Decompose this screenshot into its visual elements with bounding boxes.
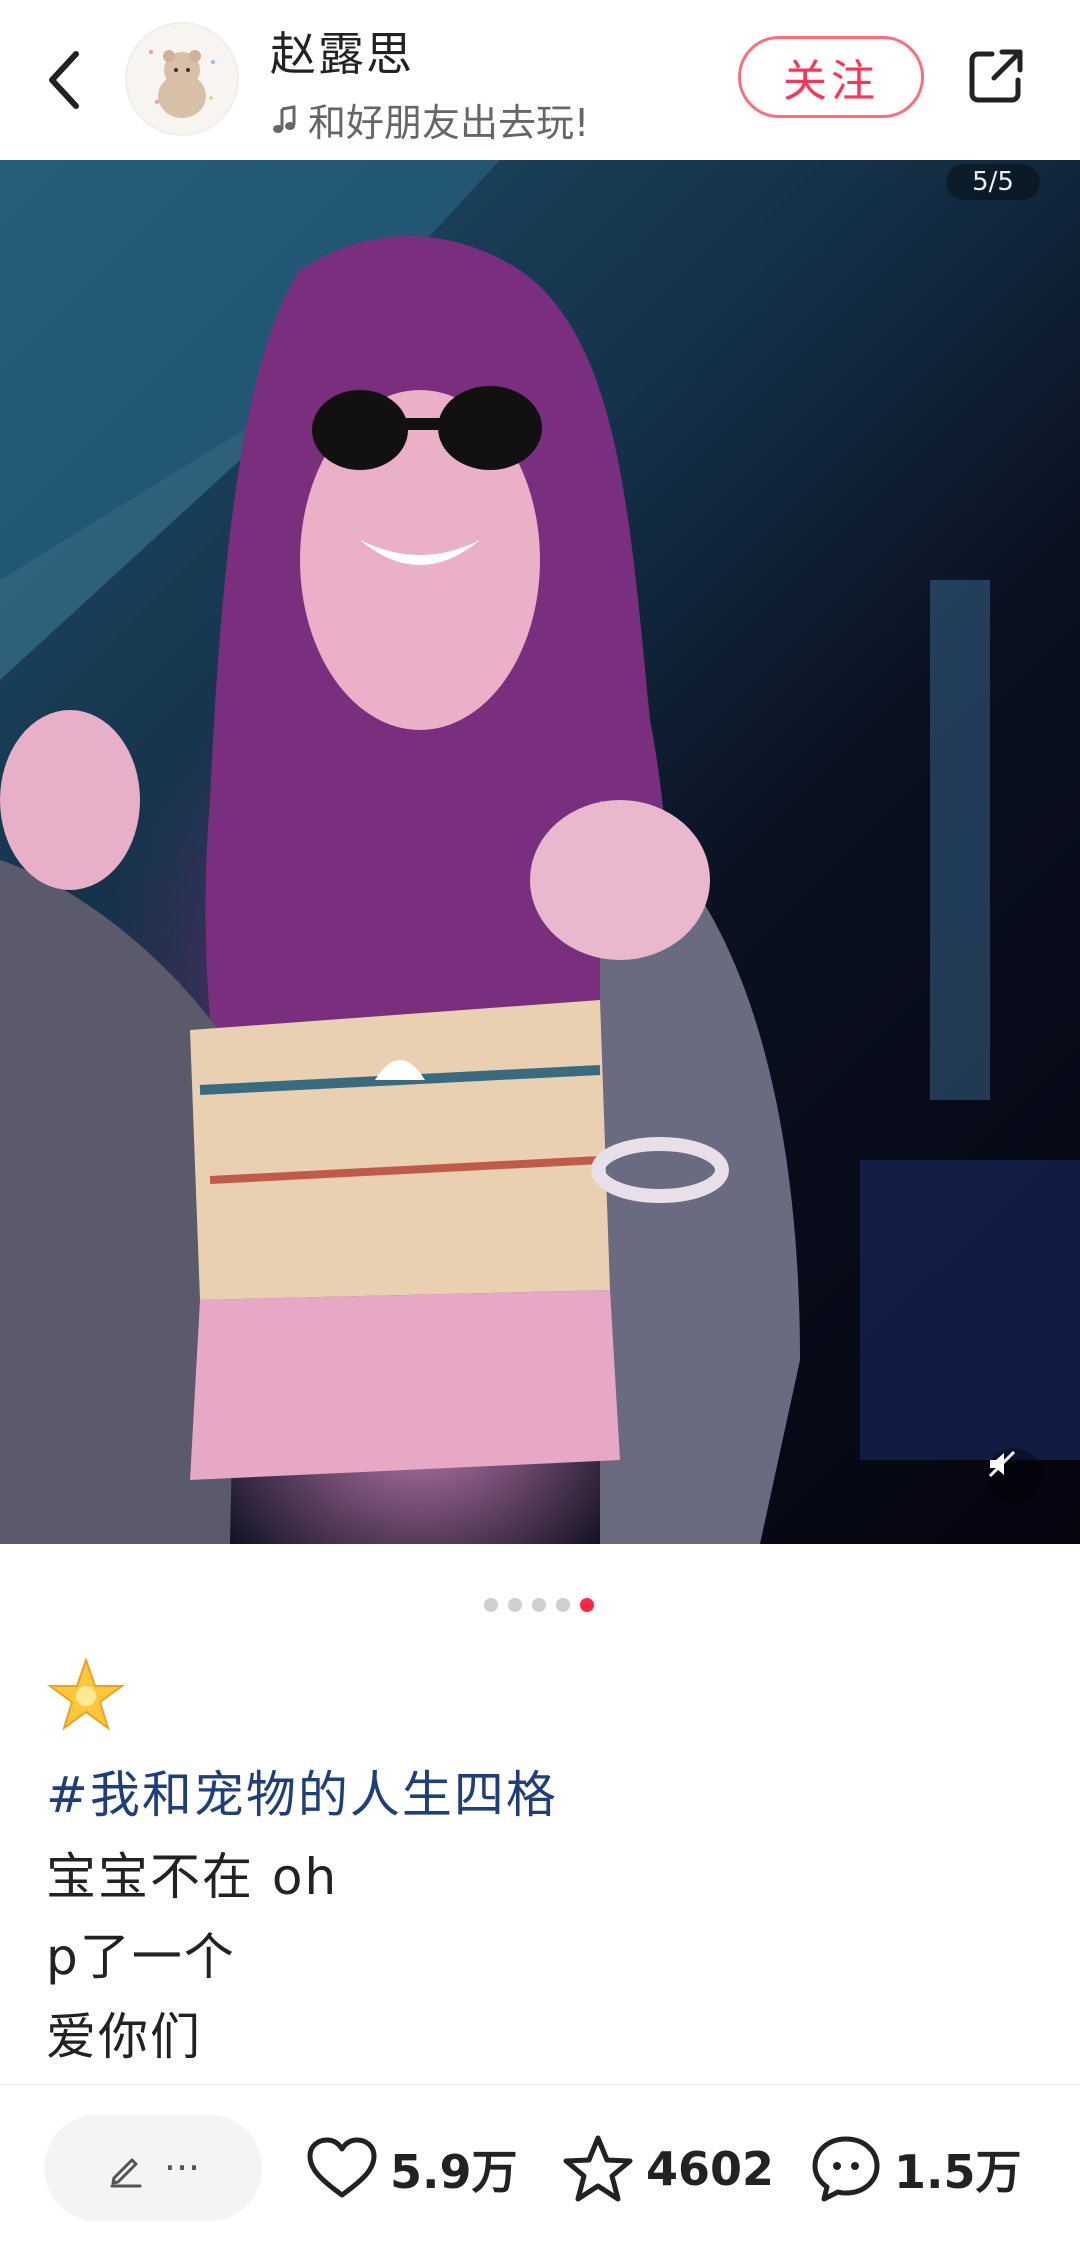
hashtag-link[interactable]: #我和宠物的人生四格: [46, 1756, 1046, 1834]
comment-placeholder: ···: [163, 2146, 201, 2190]
caption-line: 宝宝不在 oh: [46, 1848, 339, 1906]
caption-line: p了一个: [46, 1928, 236, 1986]
follow-button[interactable]: 关注: [738, 36, 924, 118]
comment-input[interactable]: ···: [44, 2115, 262, 2221]
post-image[interactable]: 5/5: [0, 160, 1080, 1544]
like-button[interactable]: 5.9万: [306, 2133, 518, 2205]
comment-button[interactable]: 1.5万: [810, 2133, 1022, 2205]
avatar[interactable]: [125, 22, 239, 136]
page-dot[interactable]: [532, 1598, 546, 1612]
share-icon: [969, 49, 1023, 103]
like-count: 5.9万: [390, 2145, 518, 2199]
share-button[interactable]: [964, 44, 1028, 108]
image-pagination: [484, 1598, 594, 1612]
music-note-icon: [273, 104, 296, 133]
page-dot[interactable]: [484, 1598, 498, 1612]
top-bar: 赵露思 和好朋友出去玩! 关注: [0, 0, 1080, 160]
page-dot-active[interactable]: [580, 1598, 594, 1612]
mute-button[interactable]: [986, 1448, 1042, 1504]
photo-scene: [0, 160, 1080, 1544]
back-button[interactable]: [36, 44, 92, 116]
music-text: 和好朋友出去玩!: [308, 101, 590, 145]
comment-icon: [812, 2136, 880, 2202]
star-emoji-icon: [46, 1656, 126, 1736]
image-counter: 5/5: [946, 164, 1040, 200]
favorite-button[interactable]: 4602: [562, 2133, 774, 2205]
bottom-action-bar: ··· 5.9万 4602 1.5万: [0, 2084, 1080, 2259]
page-dot[interactable]: [508, 1598, 522, 1612]
heart-icon: [307, 2137, 377, 2198]
back-icon: [49, 51, 79, 109]
star-icon: [563, 2135, 633, 2202]
username[interactable]: 赵露思: [270, 18, 414, 84]
caption-line: 爱你们: [46, 2008, 202, 2066]
comment-count: 1.5万: [894, 2145, 1022, 2199]
avatar-illustration: [127, 24, 237, 134]
pencil-icon: [110, 2158, 142, 2188]
page-dot[interactable]: [556, 1598, 570, 1612]
music-tag[interactable]: 和好朋友出去玩!: [272, 92, 589, 147]
favorite-count: 4602: [646, 2142, 775, 2196]
mute-icon: [988, 1450, 1016, 1478]
